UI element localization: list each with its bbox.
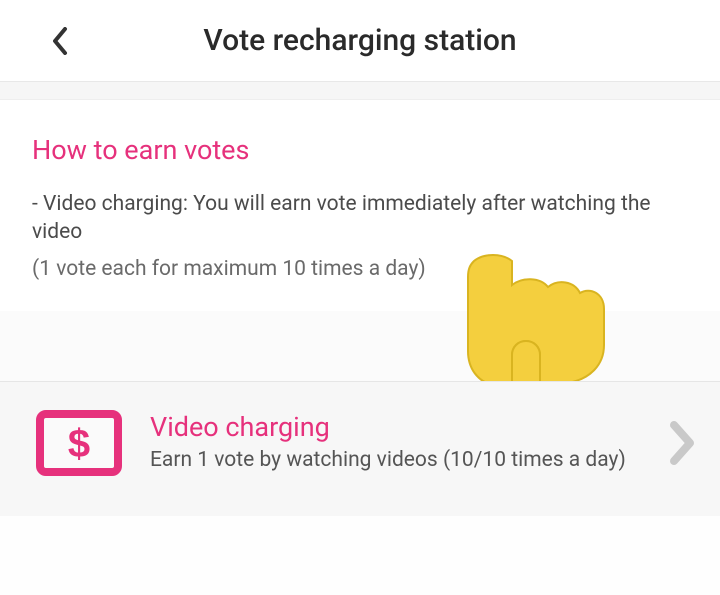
video-charging-row[interactable]: $ Video charging Earn 1 vote by watching… <box>0 381 720 516</box>
page-title: Vote recharging station <box>20 23 700 58</box>
info-heading: How to earn votes <box>32 134 688 166</box>
chevron-right-icon <box>668 419 698 467</box>
action-title: Video charging <box>150 411 658 443</box>
info-section: How to earn votes - Video charging: You … <box>0 100 720 311</box>
svg-text:$: $ <box>68 422 90 466</box>
dollar-ticket-icon: $ <box>36 410 122 476</box>
info-description-line2: (1 vote each for maximum 10 times a day) <box>32 255 688 283</box>
info-description-line1: - Video charging: You will earn vote imm… <box>32 190 688 247</box>
gap-area <box>0 311 720 381</box>
action-subtitle: Earn 1 vote by watching videos (10/10 ti… <box>150 447 658 474</box>
section-divider <box>0 82 720 100</box>
action-text-block: Video charging Earn 1 vote by watching v… <box>150 411 658 474</box>
header-bar: Vote recharging station <box>0 0 720 82</box>
